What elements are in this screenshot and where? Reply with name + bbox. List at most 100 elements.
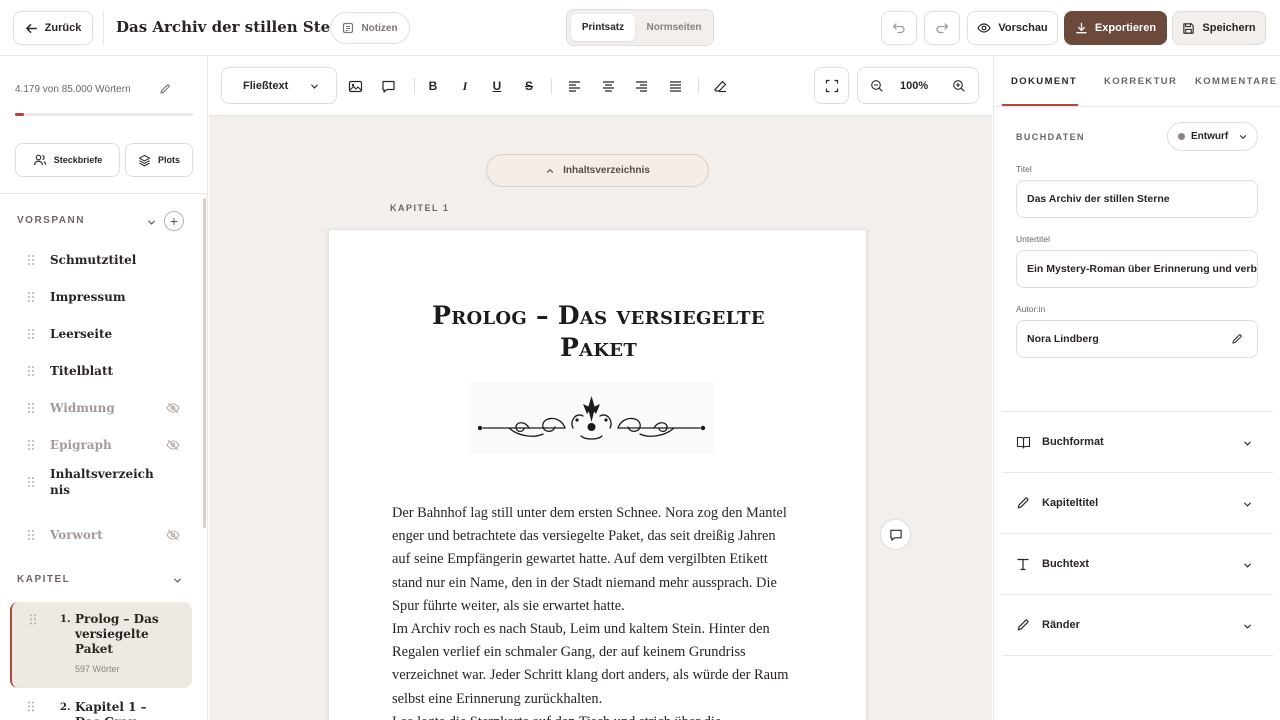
subtitle-field[interactable]: Ein Mystery-Roman über Erinnerung und ve… bbox=[1016, 250, 1258, 288]
align-left-button[interactable] bbox=[563, 75, 585, 97]
divider bbox=[551, 78, 552, 94]
align-justify-icon bbox=[669, 80, 681, 92]
chevron-down-icon bbox=[1240, 134, 1247, 139]
paragraph: Im Archiv roch es nach Staub, Leim und k… bbox=[392, 621, 789, 707]
paragraph: Der Bahnhof lag still unter dem ersten S… bbox=[392, 505, 787, 614]
drag-handle-icon[interactable] bbox=[27, 403, 35, 414]
frontmatter-item[interactable]: Schmutztitel bbox=[0, 243, 200, 277]
sidebar-scrollbar[interactable] bbox=[203, 198, 206, 528]
chapter-item[interactable]: 2. Kapitel 1 – Das Grau... bbox=[10, 698, 192, 720]
bold-button[interactable]: B bbox=[422, 75, 444, 97]
eye-off-icon[interactable] bbox=[166, 438, 180, 452]
back-button[interactable]: Zurück bbox=[13, 11, 93, 45]
frontmatter-item[interactable]: Epigraph bbox=[0, 428, 200, 462]
drag-handle-icon[interactable] bbox=[27, 440, 35, 451]
accordion-kapiteltitel[interactable]: Kapiteltitel bbox=[1002, 472, 1273, 533]
status-select[interactable]: Entwurf bbox=[1167, 122, 1258, 151]
toc-toggle-button[interactable]: Inhaltsverzeichnis bbox=[486, 154, 709, 187]
frontmatter-item[interactable]: Leerseite bbox=[0, 317, 200, 351]
zoom-in-icon[interactable] bbox=[952, 79, 966, 93]
strikethrough-button[interactable]: S bbox=[518, 75, 540, 97]
divider bbox=[1002, 655, 1273, 656]
italic-button[interactable]: I bbox=[454, 75, 476, 97]
tab-kommentare[interactable]: KOMMENTARE bbox=[1195, 76, 1277, 87]
align-center-button[interactable] bbox=[597, 75, 619, 97]
frontmatter-item[interactable]: Impressum bbox=[0, 280, 200, 314]
author-field[interactable]: Nora Lindberg bbox=[1016, 320, 1258, 358]
text-icon bbox=[1017, 558, 1029, 571]
drag-handle-icon[interactable] bbox=[27, 530, 35, 541]
underline-button[interactable]: U bbox=[486, 75, 508, 97]
pencil-icon[interactable] bbox=[159, 83, 171, 95]
chevron-down-icon[interactable] bbox=[146, 217, 157, 228]
editor-area: Fließtext B I U S 100% Inhaltsverzeichni… bbox=[209, 56, 992, 720]
fullscreen-button[interactable] bbox=[814, 67, 849, 104]
preview-button[interactable]: Vorschau bbox=[967, 11, 1058, 45]
toc-label: Inhaltsverzeichnis bbox=[563, 165, 650, 176]
chevron-down-icon bbox=[1244, 441, 1251, 446]
title-field[interactable]: Das Archiv der stillen Sterne bbox=[1016, 180, 1258, 218]
chapter-item-active[interactable]: 1. Prolog – Das versiegelte Paket 597 Wö… bbox=[10, 602, 192, 688]
redo-icon bbox=[936, 23, 949, 34]
frontmatter-item[interactable]: Titelblatt bbox=[0, 354, 200, 388]
frontmatter-item[interactable]: Widmung bbox=[0, 391, 200, 425]
accordion-buchformat[interactable]: Buchformat bbox=[1002, 411, 1273, 472]
drag-handle-icon[interactable] bbox=[27, 292, 35, 303]
zoom-out-icon[interactable] bbox=[870, 79, 884, 93]
status-value: Entwurf bbox=[1191, 131, 1229, 142]
frontmatter-item[interactable]: Vorwort bbox=[0, 518, 200, 552]
notes-button[interactable]: Notizen bbox=[330, 12, 410, 44]
frontmatter-label: Titelblatt bbox=[50, 364, 114, 378]
export-button[interactable]: Exportieren bbox=[1064, 11, 1167, 45]
eye-off-icon[interactable] bbox=[166, 401, 180, 415]
plots-button[interactable]: Plots bbox=[125, 143, 193, 177]
add-frontmatter-button[interactable]: + bbox=[164, 211, 184, 231]
view-mode-printsatz[interactable]: Printsatz bbox=[571, 14, 635, 41]
chevron-down-icon bbox=[1244, 624, 1251, 629]
manuscript-page[interactable]: Prolog – Das versiegelte Paket Der Bahnh… bbox=[328, 229, 867, 720]
align-right-button[interactable] bbox=[630, 75, 652, 97]
undo-button[interactable] bbox=[881, 11, 917, 45]
drag-handle-icon[interactable] bbox=[27, 329, 35, 340]
chevron-down-icon[interactable] bbox=[172, 575, 183, 586]
drag-handle-icon[interactable] bbox=[27, 366, 35, 377]
eye-off-icon[interactable] bbox=[166, 528, 180, 542]
flourish-icon bbox=[477, 396, 706, 440]
notes-label: Notizen bbox=[361, 22, 398, 34]
comment-icon bbox=[381, 80, 395, 93]
align-center-icon bbox=[602, 80, 614, 92]
page-title-line-1: Prolog – Das versiegelte bbox=[432, 301, 765, 330]
eraser-icon bbox=[713, 80, 726, 92]
tab-korrektur[interactable]: KORREKTUR bbox=[1104, 76, 1177, 87]
fullscreen-icon bbox=[825, 79, 838, 92]
drag-handle-icon[interactable] bbox=[27, 701, 35, 712]
chapters-heading: KAPITEL bbox=[17, 574, 71, 585]
drag-handle-icon[interactable] bbox=[27, 477, 35, 488]
accordion-raender[interactable]: Ränder bbox=[1002, 594, 1273, 655]
left-sidebar: 4.179 von 85.000 Wörtern Steckbriefe Plo… bbox=[0, 56, 208, 720]
add-comment-button[interactable] bbox=[880, 519, 911, 550]
frontmatter-item[interactable]: Inhaltsverzeichnis bbox=[0, 458, 200, 506]
divider bbox=[0, 193, 207, 194]
align-justify-button[interactable] bbox=[664, 75, 686, 97]
bold-icon: B bbox=[428, 79, 438, 93]
drag-handle-icon[interactable] bbox=[27, 255, 35, 266]
word-progress-bar bbox=[15, 113, 193, 116]
tab-dokument[interactable]: DOKUMENT bbox=[1011, 76, 1077, 87]
paragraph-style-select[interactable]: Fließtext bbox=[221, 67, 337, 104]
insert-image-button[interactable] bbox=[344, 75, 366, 97]
book-icon bbox=[1016, 436, 1031, 449]
accordion-label: Buchtext bbox=[1042, 558, 1090, 570]
preview-label: Vorschau bbox=[998, 22, 1048, 34]
format-toolbar: Fließtext B I U S 100% bbox=[209, 56, 992, 116]
drag-handle-icon[interactable] bbox=[29, 614, 37, 625]
pencil-icon[interactable] bbox=[1231, 333, 1243, 345]
redo-button[interactable] bbox=[924, 11, 960, 45]
accordion-buchtext[interactable]: Buchtext bbox=[1002, 533, 1273, 594]
body-text[interactable]: Der Bahnhof lag still unter dem ersten S… bbox=[392, 502, 790, 720]
insert-comment-button[interactable] bbox=[377, 75, 399, 97]
view-mode-normseiten[interactable]: Normseiten bbox=[637, 14, 711, 41]
characters-button[interactable]: Steckbriefe bbox=[15, 143, 120, 177]
save-button[interactable]: Speichern bbox=[1172, 11, 1266, 45]
clear-format-button[interactable] bbox=[709, 75, 731, 97]
